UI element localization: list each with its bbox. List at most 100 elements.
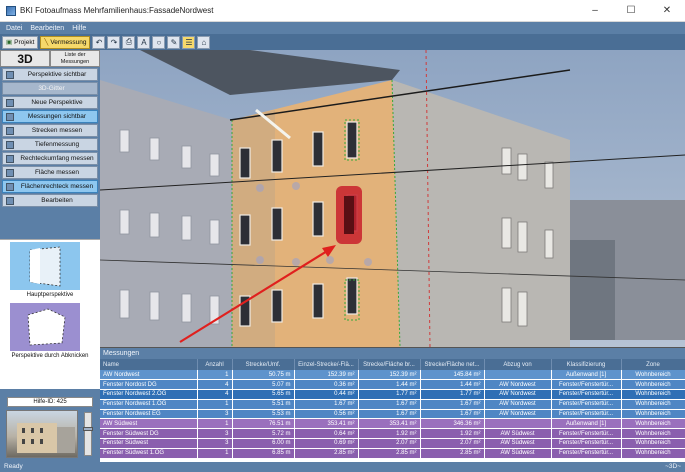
tool-row-7[interactable]: Fläche messen bbox=[2, 166, 98, 179]
building-preview-icon bbox=[17, 423, 75, 453]
column-header[interactable]: Einzel-Strecke/-Flä... bbox=[294, 359, 359, 370]
table-cell: 1 bbox=[197, 370, 233, 381]
tool-label: Rechteckumfang messen bbox=[20, 155, 94, 162]
column-header[interactable]: Strecke/Fläche br... bbox=[358, 359, 421, 370]
tool-row-0[interactable]: Perspektive sichtbar bbox=[2, 68, 98, 81]
status-mode: ~3D~ bbox=[665, 463, 681, 470]
table-row[interactable]: AW Südwest 1 76.51 m 353.41 m² 353.41 m² 346.… bbox=[100, 418, 685, 430]
print-icon[interactable]: ⎙ bbox=[122, 35, 136, 49]
preview-thumbnail[interactable] bbox=[6, 410, 78, 458]
tool-label: Tiefenmessung bbox=[34, 141, 80, 148]
column-header[interactable]: Klassifizierung bbox=[551, 359, 622, 370]
table-cell: AW Nordwest bbox=[484, 379, 552, 391]
tool-row-3[interactable]: Messungen sichtbar bbox=[2, 110, 98, 123]
vermessung-tab[interactable]: ╲ Vermessung bbox=[40, 35, 91, 49]
table-cell: 145.84 m² bbox=[420, 370, 485, 381]
table-cell: 353.41 m² bbox=[294, 418, 359, 430]
measurements-panel: Messungen Name Anzahl Strecke/Umf. Einzel-S… bbox=[100, 347, 685, 462]
tool-label: Flächenrechteck messen bbox=[20, 183, 94, 190]
status-text: Ready bbox=[4, 463, 23, 470]
tool-row-4[interactable]: Strecken messen bbox=[2, 124, 98, 137]
column-header[interactable]: Anzahl bbox=[197, 359, 233, 370]
menu-bearbeiten[interactable]: Bearbeiten bbox=[30, 25, 64, 32]
table-row[interactable]: Fenster Nordwest 1.OG 1 5.51 m 1.67 m² 1.67 … bbox=[100, 399, 685, 410]
table-cell: Außenwand [1] bbox=[551, 370, 622, 381]
tool-label: Strecken messen bbox=[31, 127, 83, 134]
table-cell: 1.67 m² bbox=[420, 399, 485, 410]
table-cell: 353.41 m² bbox=[358, 418, 421, 430]
minimize-button[interactable]: – bbox=[577, 0, 613, 22]
table-row[interactable]: Fenster Südwest 1.OG 1 6.85 m 2.85 m² 2.85 m… bbox=[100, 448, 685, 459]
column-header[interactable]: Abzug von bbox=[484, 359, 552, 370]
tool-icon bbox=[6, 182, 14, 191]
table-cell: Wohnbereich bbox=[621, 448, 685, 459]
table-cell: 50.75 m bbox=[232, 370, 295, 381]
fold-perspective-icon bbox=[27, 308, 66, 346]
table-cell: 76.51 m bbox=[232, 418, 295, 430]
photo-canvas[interactable] bbox=[100, 50, 685, 347]
column-header[interactable]: Strecke/Fläche net... bbox=[420, 359, 485, 370]
liste-der-messungen-button[interactable]: Liste der Messungen bbox=[50, 50, 100, 67]
table-row[interactable]: Fenster Südwest 3 6.00 m 0.69 m² 2.07 m² 2.07… bbox=[100, 438, 685, 449]
table-cell: 5.72 m bbox=[232, 428, 295, 440]
slider-thumb[interactable] bbox=[83, 427, 93, 431]
table-cell: 3 bbox=[197, 428, 233, 440]
table-row[interactable]: Fenster Nordwest 2.OG 4 5.65 m 0.44 m² 1.77 … bbox=[100, 389, 685, 400]
projekt-tab[interactable]: ▣ Projekt bbox=[2, 35, 39, 49]
table-row[interactable]: AW Nordwest 1 50.75 m 152.39 m² 152.39 m² 145… bbox=[100, 370, 685, 381]
thumb-abknicken[interactable] bbox=[10, 303, 80, 351]
perspective-panel: Hauptperspektive Perspektive durch Abkni… bbox=[0, 239, 100, 389]
undo-icon[interactable]: ↶ bbox=[92, 35, 106, 49]
text-icon[interactable]: A bbox=[137, 35, 151, 49]
tool-label: Messungen sichtbar bbox=[27, 113, 87, 120]
app-icon bbox=[6, 5, 16, 16]
tool-row-5[interactable]: Tiefenmessung bbox=[2, 138, 98, 151]
table-cell: Fenster/Fenstertür... bbox=[551, 428, 622, 440]
table-row[interactable]: Fenster Südwest DG 3 5.72 m 0.64 m² 1.92 m² 1… bbox=[100, 428, 685, 440]
table-cell: 1.44 m² bbox=[420, 379, 485, 391]
menu-datei[interactable]: Datei bbox=[6, 25, 22, 32]
toolbar: ▣ Projekt ╲ Vermessung ↶ ↷ ⎙ A ○ ✎ ☰ ⌂ bbox=[0, 34, 685, 50]
title-bar: BKI Fotoaufmass Mehrfamilienhaus:Fassade… bbox=[0, 0, 685, 22]
table-cell: 1.67 m² bbox=[420, 409, 485, 420]
table-cell: Fenster Südwest DG bbox=[100, 428, 198, 440]
tool-row-6[interactable]: Rechteckumfang messen bbox=[2, 152, 98, 165]
table-cell: AW Nordwest bbox=[484, 389, 552, 400]
table-cell: 152.39 m² bbox=[358, 370, 421, 381]
thumb-hauptperspektive[interactable] bbox=[10, 242, 80, 290]
circle-icon[interactable]: ○ bbox=[152, 35, 166, 49]
table-cell: 3 bbox=[197, 438, 233, 449]
table-cell: 2.85 m² bbox=[420, 448, 485, 459]
tool-list: Perspektive sichtbar 3D-Gitter Neue Perspe… bbox=[0, 68, 100, 207]
tool-label: 3D-Gitter bbox=[38, 85, 65, 92]
column-header[interactable]: Zone bbox=[621, 359, 685, 370]
column-header[interactable]: Strecke/Umf. bbox=[232, 359, 295, 370]
home-icon[interactable]: ⌂ bbox=[197, 35, 211, 49]
column-header[interactable]: Name bbox=[100, 359, 198, 370]
menu-hilfe[interactable]: Hilfe bbox=[72, 25, 86, 32]
hilfe-id: Hilfe-ID: 425 bbox=[7, 397, 93, 407]
redo-icon[interactable]: ↷ bbox=[107, 35, 121, 49]
tool-icon bbox=[6, 140, 14, 149]
tool-icon bbox=[6, 168, 14, 177]
table-cell: 4 bbox=[197, 389, 233, 400]
3d-button[interactable]: 3D bbox=[0, 50, 50, 67]
table-cell: Fenster Nordwest 1.OG bbox=[100, 399, 198, 410]
tool-row-8[interactable]: Flächenrechteck messen bbox=[2, 180, 98, 193]
table-cell: 1.92 m² bbox=[358, 428, 421, 440]
draw-icon[interactable]: ✎ bbox=[167, 35, 181, 49]
table-cell: Wohnbereich bbox=[621, 438, 685, 449]
table-row[interactable]: Fenster Nordwest EG 3 5.53 m 0.56 m² 1.67 m²… bbox=[100, 409, 685, 420]
tool-row-1[interactable]: 3D-Gitter bbox=[2, 82, 98, 95]
zoom-slider[interactable] bbox=[83, 412, 93, 456]
list-icon[interactable]: ☰ bbox=[182, 35, 196, 49]
table-row[interactable]: Fenster Nordost DG 4 5.07 m 0.36 m² 1.44 m² 1… bbox=[100, 379, 685, 391]
projekt-label: Projekt bbox=[14, 38, 35, 46]
thumb1-caption: Hauptperspektive bbox=[26, 292, 74, 298]
maximize-button[interactable]: ☐ bbox=[613, 0, 649, 22]
table-cell: 1 bbox=[197, 418, 233, 430]
measurements-title: Messungen bbox=[100, 348, 685, 359]
close-button[interactable]: ✕ bbox=[649, 0, 685, 22]
tool-row-9[interactable]: Bearbeiten bbox=[2, 194, 98, 207]
tool-row-2[interactable]: Neue Perspektive bbox=[2, 96, 98, 109]
